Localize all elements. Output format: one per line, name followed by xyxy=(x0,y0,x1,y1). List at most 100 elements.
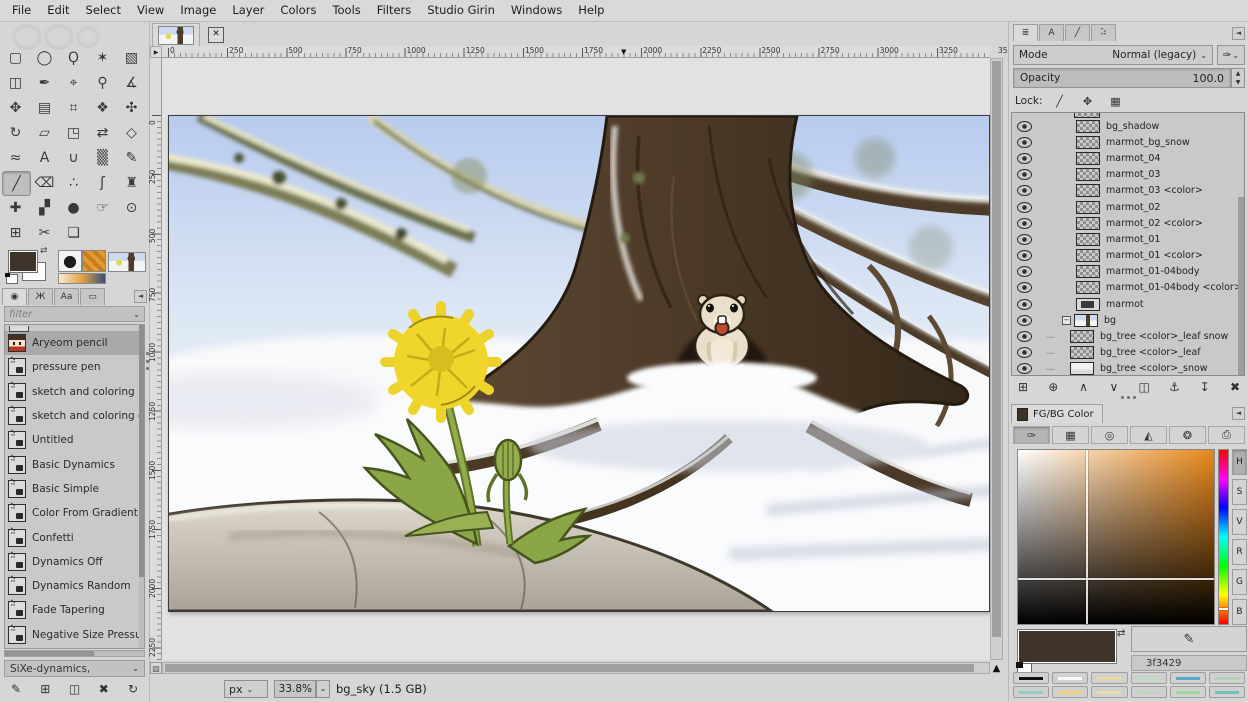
paths-tool[interactable]: ✒ xyxy=(31,71,58,94)
canvas-viewport[interactable] xyxy=(162,58,990,660)
free-select-tool[interactable]: Ϙ xyxy=(60,46,87,69)
visibility-eye-icon[interactable] xyxy=(1017,299,1032,310)
left-dock-menu-button[interactable]: ◄ xyxy=(134,290,147,303)
menu-layer[interactable]: Layer xyxy=(224,0,272,21)
frame-tool[interactable]: ❏ xyxy=(60,221,87,244)
channel-button-r[interactable]: R xyxy=(1232,539,1247,565)
visibility-eye-icon[interactable] xyxy=(1017,185,1032,196)
visibility-eye-icon[interactable] xyxy=(1017,250,1032,261)
layer-row[interactable]: ┈┈bg_tree <color>_leaf xyxy=(1012,345,1244,361)
color-history-swatch[interactable] xyxy=(1209,686,1245,698)
dodge-burn-tool[interactable]: ⊙ xyxy=(118,196,145,219)
foreground-color-swatch-large[interactable] xyxy=(1017,629,1117,664)
heal-tool[interactable]: ✚ xyxy=(2,196,29,219)
fgbg-color-tab[interactable]: FG/BG Color xyxy=(1011,404,1103,423)
zoom-dropdown-button[interactable]: ⌄ xyxy=(316,680,330,698)
ruler-corner-button[interactable]: ▶ xyxy=(150,46,162,58)
dynamics-item[interactable]: ⠵Dynamics Random xyxy=(5,574,144,598)
anchor-layer-button[interactable]: ⚓ xyxy=(1164,378,1184,395)
menu-tools[interactable]: Tools xyxy=(324,0,368,21)
bucket-fill-tool[interactable]: ∪ xyxy=(60,146,87,169)
channels-tab[interactable]: A xyxy=(1039,24,1064,41)
canvas-vertical-scrollbar[interactable] xyxy=(990,58,1003,660)
ellipse-select-tool[interactable]: ◯ xyxy=(31,46,58,69)
foreground-select-tool[interactable]: ◫ xyxy=(2,71,29,94)
dynamics-item[interactable]: ⠵Confetti xyxy=(5,525,144,549)
active-gradient-indicator[interactable] xyxy=(58,273,106,284)
image-tab[interactable] xyxy=(152,23,200,47)
new-dynamics-button[interactable]: ⊞ xyxy=(35,680,55,697)
menu-edit[interactable]: Edit xyxy=(39,0,77,21)
visibility-eye-icon[interactable] xyxy=(1017,202,1032,213)
active-pattern-indicator[interactable] xyxy=(82,250,106,272)
layer-row[interactable]: marmot_04 xyxy=(1012,150,1244,166)
vertical-ruler[interactable]: 0250500750100012501500175020002250 xyxy=(150,58,162,660)
menu-studio-girin[interactable]: Studio Girin xyxy=(419,0,503,21)
layer-row[interactable]: marmot_01-04body <color> xyxy=(1012,280,1244,296)
cmyk-selector-button[interactable]: ⎙ xyxy=(1208,426,1245,444)
saturation-value-square[interactable] xyxy=(1017,449,1215,625)
layer-row[interactable]: marmot xyxy=(1012,296,1244,312)
canvas-artwork[interactable] xyxy=(168,115,990,612)
refresh-dynamics-button[interactable]: ↻ xyxy=(123,680,143,697)
dynamics-collection-dropdown[interactable]: SiXe-dynamics, ⌄ xyxy=(4,660,145,677)
document-history-tab[interactable]: ▭ xyxy=(80,288,105,305)
unified-transform-tool[interactable]: ❖ xyxy=(89,96,116,119)
gradient-tool[interactable]: ▒ xyxy=(89,146,116,169)
clone-tool[interactable]: ♜ xyxy=(118,171,145,194)
merge-down-button[interactable]: ↧ xyxy=(1195,378,1215,395)
visibility-eye-icon[interactable] xyxy=(1017,234,1032,245)
color-history-swatch[interactable] xyxy=(1052,686,1088,698)
patterns-tab[interactable]: Ж xyxy=(28,288,53,305)
layers-scrollbar[interactable] xyxy=(1238,197,1244,376)
flip-tool[interactable]: ⇄ xyxy=(89,121,116,144)
channel-button-g[interactable]: G xyxy=(1232,569,1247,595)
dynamics-horizontal-scrollbar[interactable] xyxy=(4,650,145,657)
default-colors-icon[interactable] xyxy=(6,274,18,284)
dynamics-filter-input[interactable]: filter ⌄ xyxy=(4,306,145,322)
color-history-swatch[interactable] xyxy=(1013,672,1049,684)
pencil-tool[interactable]: ✎ xyxy=(118,146,145,169)
visibility-eye-icon[interactable] xyxy=(1017,331,1032,342)
layer-row[interactable]: ┈┈bg_tree <color>_snow xyxy=(1012,361,1244,376)
zoom-tool[interactable]: ⚲ xyxy=(89,71,116,94)
menu-file[interactable]: File xyxy=(4,0,39,21)
active-brush-indicator[interactable] xyxy=(58,250,82,272)
layer-row[interactable]: marmot_03 xyxy=(1012,167,1244,183)
dynamics-item[interactable]: ⠵Basic Dynamics xyxy=(5,452,144,476)
smudge-tool[interactable]: ☞ xyxy=(89,196,116,219)
color-history-swatch[interactable] xyxy=(1170,672,1206,684)
menu-windows[interactable]: Windows xyxy=(503,0,570,21)
delete-dynamics-button[interactable]: ✖ xyxy=(94,680,114,697)
visibility-eye-icon[interactable] xyxy=(1017,153,1032,164)
color-history-swatch[interactable] xyxy=(1131,686,1167,698)
channel-button-s[interactable]: S xyxy=(1232,479,1247,505)
color-history-swatch[interactable] xyxy=(1131,672,1167,684)
layer-row[interactable]: −bg xyxy=(1012,312,1244,328)
intelligent-scissors-tool[interactable]: ✂ xyxy=(31,221,58,244)
painter-palette-selector-button[interactable]: ❂ xyxy=(1169,426,1206,444)
color-circle-selector-button[interactable]: ◎ xyxy=(1091,426,1128,444)
raise-layer-button[interactable]: ∧ xyxy=(1074,378,1094,395)
align-tool[interactable]: ▤ xyxy=(31,96,58,119)
ink-tool[interactable]: ʃ xyxy=(89,171,116,194)
color-history-swatch[interactable] xyxy=(1170,686,1206,698)
perspective-tool[interactable]: ◳ xyxy=(60,121,87,144)
paintbrush-tool[interactable]: ╱ xyxy=(2,171,31,196)
active-image-thumbnail[interactable] xyxy=(108,252,146,272)
menu-image[interactable]: Image xyxy=(172,0,224,21)
layer-row[interactable]: marmot_01 xyxy=(1012,231,1244,247)
dynamics-item[interactable]: ⠵sketch and coloring copy xyxy=(5,404,144,428)
menu-filters[interactable]: Filters xyxy=(369,0,419,21)
dynamics-item[interactable]: ⠵Negative Size Pressure xyxy=(5,623,144,647)
canvas-horizontal-scrollbar[interactable] xyxy=(162,662,990,674)
visibility-eye-icon[interactable] xyxy=(1017,218,1032,229)
dynamics-item[interactable]: ⠵Fade Tapering xyxy=(5,598,144,622)
dock-resize-grip[interactable] xyxy=(1121,396,1136,399)
lock-alpha-button[interactable]: ▦ xyxy=(1106,93,1124,109)
layer-row[interactable]: marmot_02 <color> xyxy=(1012,215,1244,231)
lock-pixels-button[interactable]: ╱ xyxy=(1050,93,1068,109)
color-history-swatch[interactable] xyxy=(1013,686,1049,698)
rotate-tool[interactable]: ↻ xyxy=(2,121,29,144)
opacity-spinner[interactable]: ▲▼ xyxy=(1231,68,1245,88)
